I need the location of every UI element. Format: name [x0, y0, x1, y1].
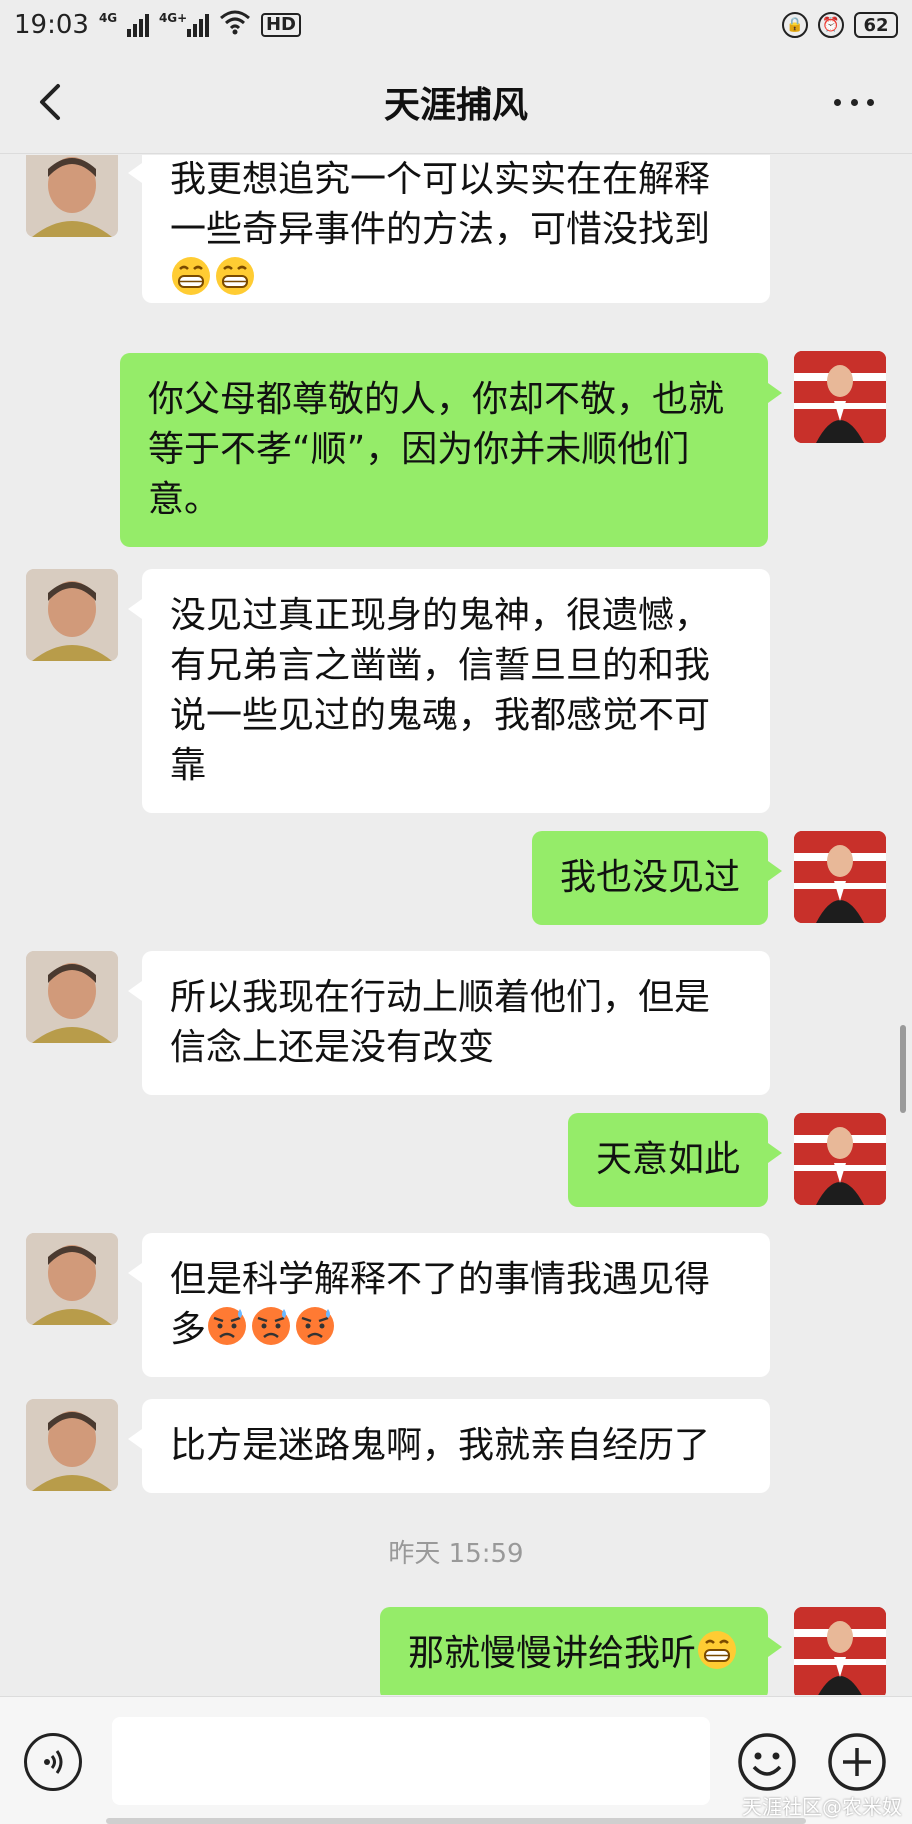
friend-avatar[interactable] [26, 1399, 118, 1491]
self-avatar[interactable] [794, 351, 886, 443]
grin-emoji-icon [214, 255, 256, 297]
voice-icon[interactable] [24, 1733, 82, 1791]
status-time: 19:03 [14, 10, 89, 40]
alarm-icon: ⏰ [818, 12, 844, 38]
chat-list[interactable]: 我更想追究一个可以实实在在解释一些奇异事件的方法，可惜没找到 你父母都尊敬的人，… [0, 155, 912, 1695]
input-bar: 天涯社区@农米奴 [0, 1696, 912, 1824]
scrollbar[interactable] [900, 1025, 906, 1113]
wifi-icon [219, 9, 251, 42]
sweat-emoji-icon [250, 1305, 292, 1347]
status-left: 19:03 4G 4G+ HD [14, 9, 301, 42]
friend-avatar[interactable] [26, 569, 118, 661]
self-avatar[interactable] [794, 1113, 886, 1205]
nav-bar: 天涯捕风 [0, 50, 912, 154]
status-bar: 19:03 4G 4G+ HD 🔒 ⏰ 62 [0, 0, 912, 50]
friend-avatar[interactable] [26, 155, 118, 237]
sweat-emoji-icon [294, 1305, 336, 1347]
home-indicator [106, 1818, 806, 1824]
message-bubble[interactable]: 我也没见过 [531, 831, 783, 925]
self-avatar[interactable] [794, 831, 886, 923]
watermark: 天涯社区@农米奴 [742, 1795, 902, 1819]
friend-avatar[interactable] [26, 1233, 118, 1325]
message-bubble[interactable]: 我更想追究一个可以实实在在解释一些奇异事件的方法，可惜没找到 [128, 155, 770, 303]
more-dots-icon[interactable] [824, 86, 884, 118]
message-input[interactable] [112, 1717, 710, 1805]
lock-rotation-icon: 🔒 [782, 12, 808, 38]
message-bubble[interactable]: 没见过真正现身的鬼神，很遗憾，有兄弟言之凿凿，信誓旦旦的和我说一些见过的鬼魂，我… [128, 569, 770, 813]
self-avatar[interactable] [794, 1607, 886, 1695]
grin-emoji-icon [696, 1629, 738, 1671]
friend-avatar[interactable] [26, 951, 118, 1043]
message-bubble[interactable]: 天意如此 [567, 1113, 783, 1207]
hd-badge: HD [260, 13, 301, 37]
sweat-emoji-icon [206, 1305, 248, 1347]
plus-icon[interactable] [826, 1731, 888, 1793]
emoji-smile-icon[interactable] [736, 1731, 798, 1793]
chat-title: 天涯捕风 [383, 85, 528, 126]
message-bubble[interactable]: 你父母都尊敬的人，你却不敬，也就等于不孝“顺”，因为你并未顺他们意。 [120, 353, 782, 547]
timestamp: 昨天 15:59 [388, 1539, 524, 1569]
message-bubble[interactable]: 所以我现在行动上顺着他们，但是信念上还是没有改变 [128, 951, 770, 1095]
message-bubble[interactable]: 比方是迷路鬼啊，我就亲自经历了 [128, 1399, 770, 1493]
message-bubble[interactable]: 那就慢慢讲给我听 [379, 1607, 783, 1695]
battery-icon: 62 [854, 12, 898, 38]
signal-icon-2: 4G+ [159, 11, 209, 37]
message-bubble[interactable]: 但是科学解释不了的事情我遇见得多 [128, 1233, 770, 1377]
status-right: 🔒 ⏰ 62 [782, 12, 898, 38]
signal-icon: 4G [99, 11, 149, 37]
grin-emoji-icon [170, 255, 212, 297]
